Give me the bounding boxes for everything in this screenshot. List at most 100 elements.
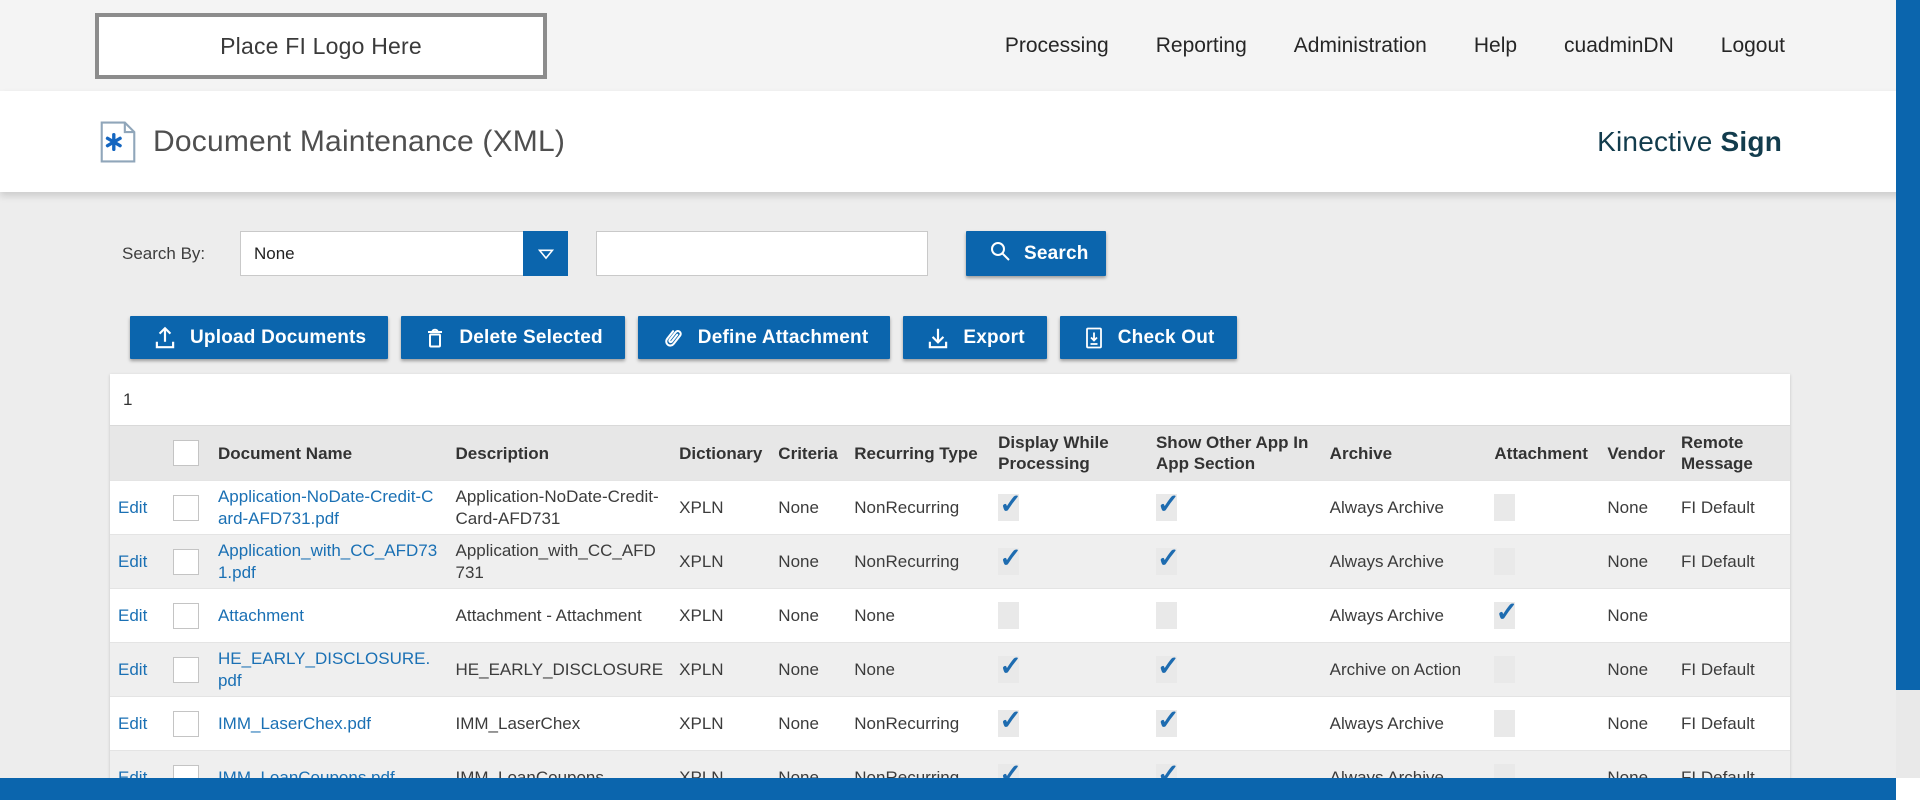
criteria-cell: None bbox=[770, 535, 846, 589]
xml-document-icon bbox=[100, 121, 136, 163]
documents-table-panel: 1 Document NameDescriptionDictionaryCrit… bbox=[110, 374, 1790, 800]
description-cell: Attachment - Attachment bbox=[448, 589, 672, 643]
document-name-link[interactable]: IMM_LaserChex.pdf bbox=[218, 714, 371, 733]
dictionary-cell: XPLN bbox=[671, 643, 770, 697]
export-button[interactable]: Export bbox=[903, 316, 1046, 359]
archive-cell: Always Archive bbox=[1322, 589, 1487, 643]
archive-cell: Always Archive bbox=[1322, 535, 1487, 589]
brand-logo: Kinective Sign bbox=[1597, 126, 1782, 158]
search-row: Search By: None Search bbox=[122, 231, 1896, 276]
row-checkbox[interactable] bbox=[173, 495, 199, 521]
row-checkbox[interactable] bbox=[173, 549, 199, 575]
button-label: Export bbox=[963, 327, 1024, 349]
edit-link[interactable]: Edit bbox=[118, 660, 147, 679]
display-while-processing-unchecked-indicator bbox=[998, 602, 1019, 629]
row-checkbox[interactable] bbox=[173, 711, 199, 737]
vendor-cell: None bbox=[1599, 481, 1673, 535]
edit-link[interactable]: Edit bbox=[118, 552, 147, 571]
table-row: Edit Application-NoDate-Credit-Card-AFD73… bbox=[110, 481, 1790, 535]
search-icon bbox=[988, 239, 1012, 269]
dictionary-cell: XPLN bbox=[671, 589, 770, 643]
pagination-bar: 1 bbox=[110, 374, 1790, 426]
column-header-vendor: Vendor bbox=[1599, 426, 1673, 481]
attachment-checked-indicator bbox=[1494, 602, 1515, 629]
main-content: Search By: None Search Upload Documents D… bbox=[0, 192, 1896, 800]
show-other-app-checked-indicator bbox=[1156, 656, 1177, 683]
document-name-link[interactable]: Application-NoDate-Credit-Card-AFD731.pd… bbox=[218, 487, 433, 528]
toolbar: Upload Documents Delete Selected Define At… bbox=[130, 316, 1896, 359]
recurring-type-cell: NonRecurring bbox=[846, 535, 990, 589]
scrollbar-corner bbox=[1896, 778, 1920, 800]
nav-item-logout[interactable]: Logout bbox=[1721, 34, 1785, 58]
nav-item-cuadmindn[interactable]: cuadminDN bbox=[1564, 34, 1674, 58]
vendor-cell: None bbox=[1599, 589, 1673, 643]
attachment-unchecked-indicator bbox=[1494, 494, 1515, 521]
table-row: EditIMM_LaserChex.pdfIMM_LaserChexXPLNNo… bbox=[110, 697, 1790, 751]
row-checkbox[interactable] bbox=[173, 657, 199, 683]
criteria-cell: None bbox=[770, 643, 846, 697]
document-name-link[interactable]: Attachment bbox=[218, 606, 304, 625]
main-nav: Processing Reporting Administration Help cua… bbox=[1005, 0, 1785, 91]
nav-item-help[interactable]: Help bbox=[1474, 34, 1517, 58]
table-row: Edit Attachment Attachment - AttachmentXPL… bbox=[110, 589, 1790, 643]
column-header-archive: Archive bbox=[1322, 426, 1487, 481]
select-all-header bbox=[165, 426, 210, 481]
column-header-description: Description bbox=[448, 426, 672, 481]
table-row: Edit Application_with_CC_AFD731.pdf Applic… bbox=[110, 535, 1790, 589]
vendor-cell: None bbox=[1599, 697, 1673, 751]
nav-item-reporting[interactable]: Reporting bbox=[1156, 34, 1247, 58]
document-name-link[interactable]: HE_EARLY_DISCLOSURE.pdf bbox=[218, 649, 430, 690]
nav-item-processing[interactable]: Processing bbox=[1005, 34, 1109, 58]
table-row: EditHE_EARLY_DISCLOSURE.pdfHE_EARLY_DISC… bbox=[110, 643, 1790, 697]
upload-documents-button[interactable]: Upload Documents bbox=[130, 316, 388, 359]
title-band: Document Maintenance (XML) Kinective Sig… bbox=[0, 91, 1920, 192]
fi-logo-text: Place FI Logo Here bbox=[220, 33, 422, 60]
trash-icon bbox=[423, 325, 447, 351]
column-header-attachment: Attachment bbox=[1486, 426, 1599, 481]
page-title: Document Maintenance (XML) bbox=[153, 125, 565, 159]
define-attachment-button[interactable]: Define Attachment bbox=[638, 316, 891, 359]
archive-cell: Always Archive bbox=[1322, 697, 1487, 751]
search-by-select[interactable]: None bbox=[240, 231, 568, 276]
criteria-cell: None bbox=[770, 589, 846, 643]
description-cell: Application_with_CC_AFD731 bbox=[448, 535, 672, 589]
fi-logo-placeholder: Place FI Logo Here bbox=[95, 13, 547, 79]
row-checkbox[interactable] bbox=[173, 603, 199, 629]
attachment-unchecked-indicator bbox=[1494, 548, 1515, 575]
archive-cell: Always Archive bbox=[1322, 481, 1487, 535]
document-name-link[interactable]: Application_with_CC_AFD731.pdf bbox=[218, 541, 437, 582]
page-number[interactable]: 1 bbox=[123, 390, 132, 410]
scrollbar-thumb[interactable] bbox=[1896, 0, 1920, 690]
chevron-down-icon[interactable] bbox=[523, 231, 568, 276]
search-button[interactable]: Search bbox=[966, 231, 1106, 276]
show-other-app-checked-indicator bbox=[1156, 548, 1177, 575]
display-while-processing-checked-indicator bbox=[998, 494, 1019, 521]
show-other-app-checked-indicator bbox=[1156, 494, 1177, 521]
search-button-label: Search bbox=[1024, 243, 1089, 265]
edit-link[interactable]: Edit bbox=[118, 606, 147, 625]
remote-message-cell: FI Default bbox=[1673, 535, 1790, 589]
display-while-processing-checked-indicator bbox=[998, 710, 1019, 737]
remote-message-cell bbox=[1673, 589, 1790, 643]
remote-message-cell: FI Default bbox=[1673, 697, 1790, 751]
recurring-type-cell: None bbox=[846, 643, 990, 697]
check-out-button[interactable]: Check Out bbox=[1060, 316, 1237, 359]
scrollbar-track[interactable] bbox=[1896, 0, 1920, 800]
select-all-checkbox[interactable] bbox=[173, 440, 199, 466]
paperclip-icon bbox=[660, 325, 686, 351]
download-icon bbox=[925, 325, 951, 351]
edit-link[interactable]: Edit bbox=[118, 714, 147, 733]
column-header-display-while-processing: Display While Processing bbox=[990, 426, 1148, 481]
edit-column-header bbox=[110, 426, 165, 481]
brand-bold: Sign bbox=[1721, 126, 1782, 157]
search-by-selected-value: None bbox=[241, 244, 295, 264]
search-input[interactable] bbox=[596, 231, 928, 276]
button-label: Upload Documents bbox=[190, 327, 366, 349]
edit-link[interactable]: Edit bbox=[118, 498, 147, 517]
dictionary-cell: XPLN bbox=[671, 697, 770, 751]
remote-message-cell: FI Default bbox=[1673, 643, 1790, 697]
description-cell: Application-NoDate-Credit-Card-AFD731 bbox=[448, 481, 672, 535]
delete-selected-button[interactable]: Delete Selected bbox=[401, 316, 624, 359]
upload-icon bbox=[152, 325, 178, 351]
nav-item-administration[interactable]: Administration bbox=[1294, 34, 1427, 58]
